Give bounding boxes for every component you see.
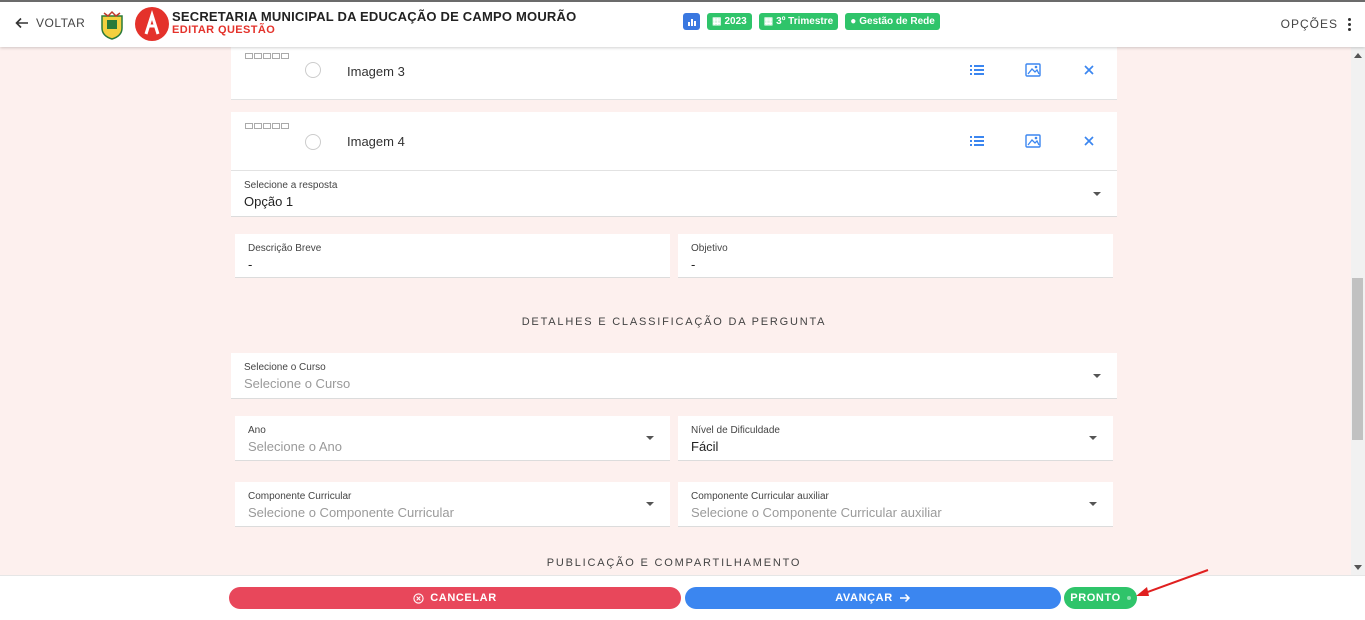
description-label: Descrição Breve — [248, 243, 322, 254]
cancel-circle-icon — [413, 592, 424, 604]
cancel-label: CANCELAR — [430, 592, 497, 604]
section-title-details: DETALHES E CLASSIFICAÇÃO DA PERGUNTA — [521, 316, 827, 328]
chevron-down-icon — [646, 502, 654, 506]
calendar-icon: ▦ — [712, 16, 722, 27]
curricular-component-label: Componente Curricular — [248, 491, 352, 502]
page-subtitle: EDITAR QUESTÃO — [172, 24, 276, 36]
chart-icon[interactable] — [683, 13, 700, 30]
arrow-left-icon — [15, 17, 28, 29]
answer-select-value: Opção 1 — [244, 194, 294, 209]
chevron-down-icon — [1089, 502, 1097, 506]
curricular-component-aux-select[interactable]: Componente Curricular auxiliar Selecione… — [678, 482, 1113, 527]
curricular-component-aux-label: Componente Curricular auxiliar — [691, 491, 829, 502]
difficulty-select-label: Nível de Dificuldade — [691, 425, 780, 436]
correct-option-radio[interactable] — [305, 62, 321, 78]
more-vert-icon — [1348, 17, 1351, 31]
objective-value: - — [691, 257, 696, 272]
year-select-label: Ano — [248, 425, 266, 436]
option-row: Imagem 4 — [231, 112, 1117, 171]
description-field[interactable]: Descrição Breve - — [235, 234, 670, 278]
chevron-down-icon — [1089, 436, 1097, 440]
curricular-component-aux-placeholder: Selecione o Componente Curricular auxili… — [691, 505, 942, 520]
scroll-down-icon[interactable] — [1354, 565, 1362, 570]
chevron-down-icon — [1093, 374, 1101, 378]
municipal-crest-icon — [101, 10, 123, 40]
back-label: VOLTAR — [36, 16, 86, 30]
answer-select-label: Selecione a resposta — [244, 180, 338, 191]
course-select[interactable]: Selecione o Curso Selecione o Curso — [231, 353, 1117, 399]
option-label: Imagem 3 — [347, 64, 405, 79]
done-label: PRONTO — [1070, 592, 1121, 604]
status-dot-icon — [1126, 596, 1131, 600]
options-menu[interactable]: OPÇÕES — [1281, 17, 1351, 31]
top-bar: VOLTAR SECRETARIA MUNICIPAL DA EDUCAÇÃO … — [0, 0, 1365, 47]
course-select-placeholder: Selecione o Curso — [244, 376, 351, 391]
chevron-down-icon — [1093, 192, 1101, 196]
network-badge: ● Gestão de Rede — [845, 13, 940, 30]
close-icon[interactable] — [1080, 61, 1098, 79]
image-thumbnail — [245, 123, 289, 129]
options-label: OPÇÕES — [1280, 17, 1338, 31]
year-badge: ▦ 2023 — [707, 13, 752, 30]
scrollbar-thumb[interactable] — [1352, 278, 1363, 440]
list-icon[interactable] — [968, 132, 986, 150]
option-row: Imagem 3 — [231, 47, 1117, 100]
list-icon[interactable] — [968, 61, 986, 79]
objective-label: Objetivo — [691, 243, 728, 254]
image-icon[interactable] — [1024, 61, 1042, 79]
curricular-component-select[interactable]: Componente Curricular Selecione o Compon… — [235, 482, 670, 527]
option-label: Imagem 4 — [347, 134, 405, 149]
section-title-publish: PUBLICAÇÃO E COMPARTILHAMENTO — [546, 557, 802, 569]
back-button[interactable]: VOLTAR — [14, 15, 85, 31]
year-select-placeholder: Selecione o Ano — [248, 439, 342, 454]
curricular-component-placeholder: Selecione o Componente Curricular — [248, 505, 454, 520]
brand-logo — [135, 7, 169, 41]
answer-select[interactable]: Selecione a resposta Opção 1 — [231, 171, 1117, 217]
check-circle-icon: ● — [850, 16, 857, 27]
term-badge: ▦ 3º Trimestre — [758, 13, 839, 30]
cancel-button[interactable]: CANCELAR — [229, 587, 681, 609]
page-title: SECRETARIA MUNICIPAL DA EDUCAÇÃO DE CAMP… — [172, 9, 577, 24]
image-icon[interactable] — [1024, 132, 1042, 150]
difficulty-select-value: Fácil — [691, 439, 719, 454]
close-icon[interactable] — [1080, 132, 1098, 150]
next-button[interactable]: AVANÇAR — [685, 587, 1061, 609]
chevron-down-icon — [646, 436, 654, 440]
context-badges: ▦ 2023 ▦ 3º Trimestre ● Gestão de Rede — [683, 13, 940, 30]
arrow-right-icon — [899, 593, 910, 603]
correct-option-radio[interactable] — [305, 134, 321, 150]
done-button[interactable]: PRONTO — [1064, 587, 1137, 609]
course-select-label: Selecione o Curso — [244, 362, 326, 373]
next-label: AVANÇAR — [835, 592, 893, 604]
difficulty-select[interactable]: Nível de Dificuldade Fácil — [678, 416, 1113, 461]
calendar-icon: ▦ — [763, 16, 774, 27]
year-select[interactable]: Ano Selecione o Ano — [235, 416, 670, 461]
objective-field[interactable]: Objetivo - — [678, 234, 1113, 278]
annotation-arrow-icon — [1136, 569, 1209, 596]
description-value: - — [248, 257, 253, 272]
scroll-up-icon[interactable] — [1354, 53, 1362, 58]
image-thumbnail — [245, 53, 289, 59]
